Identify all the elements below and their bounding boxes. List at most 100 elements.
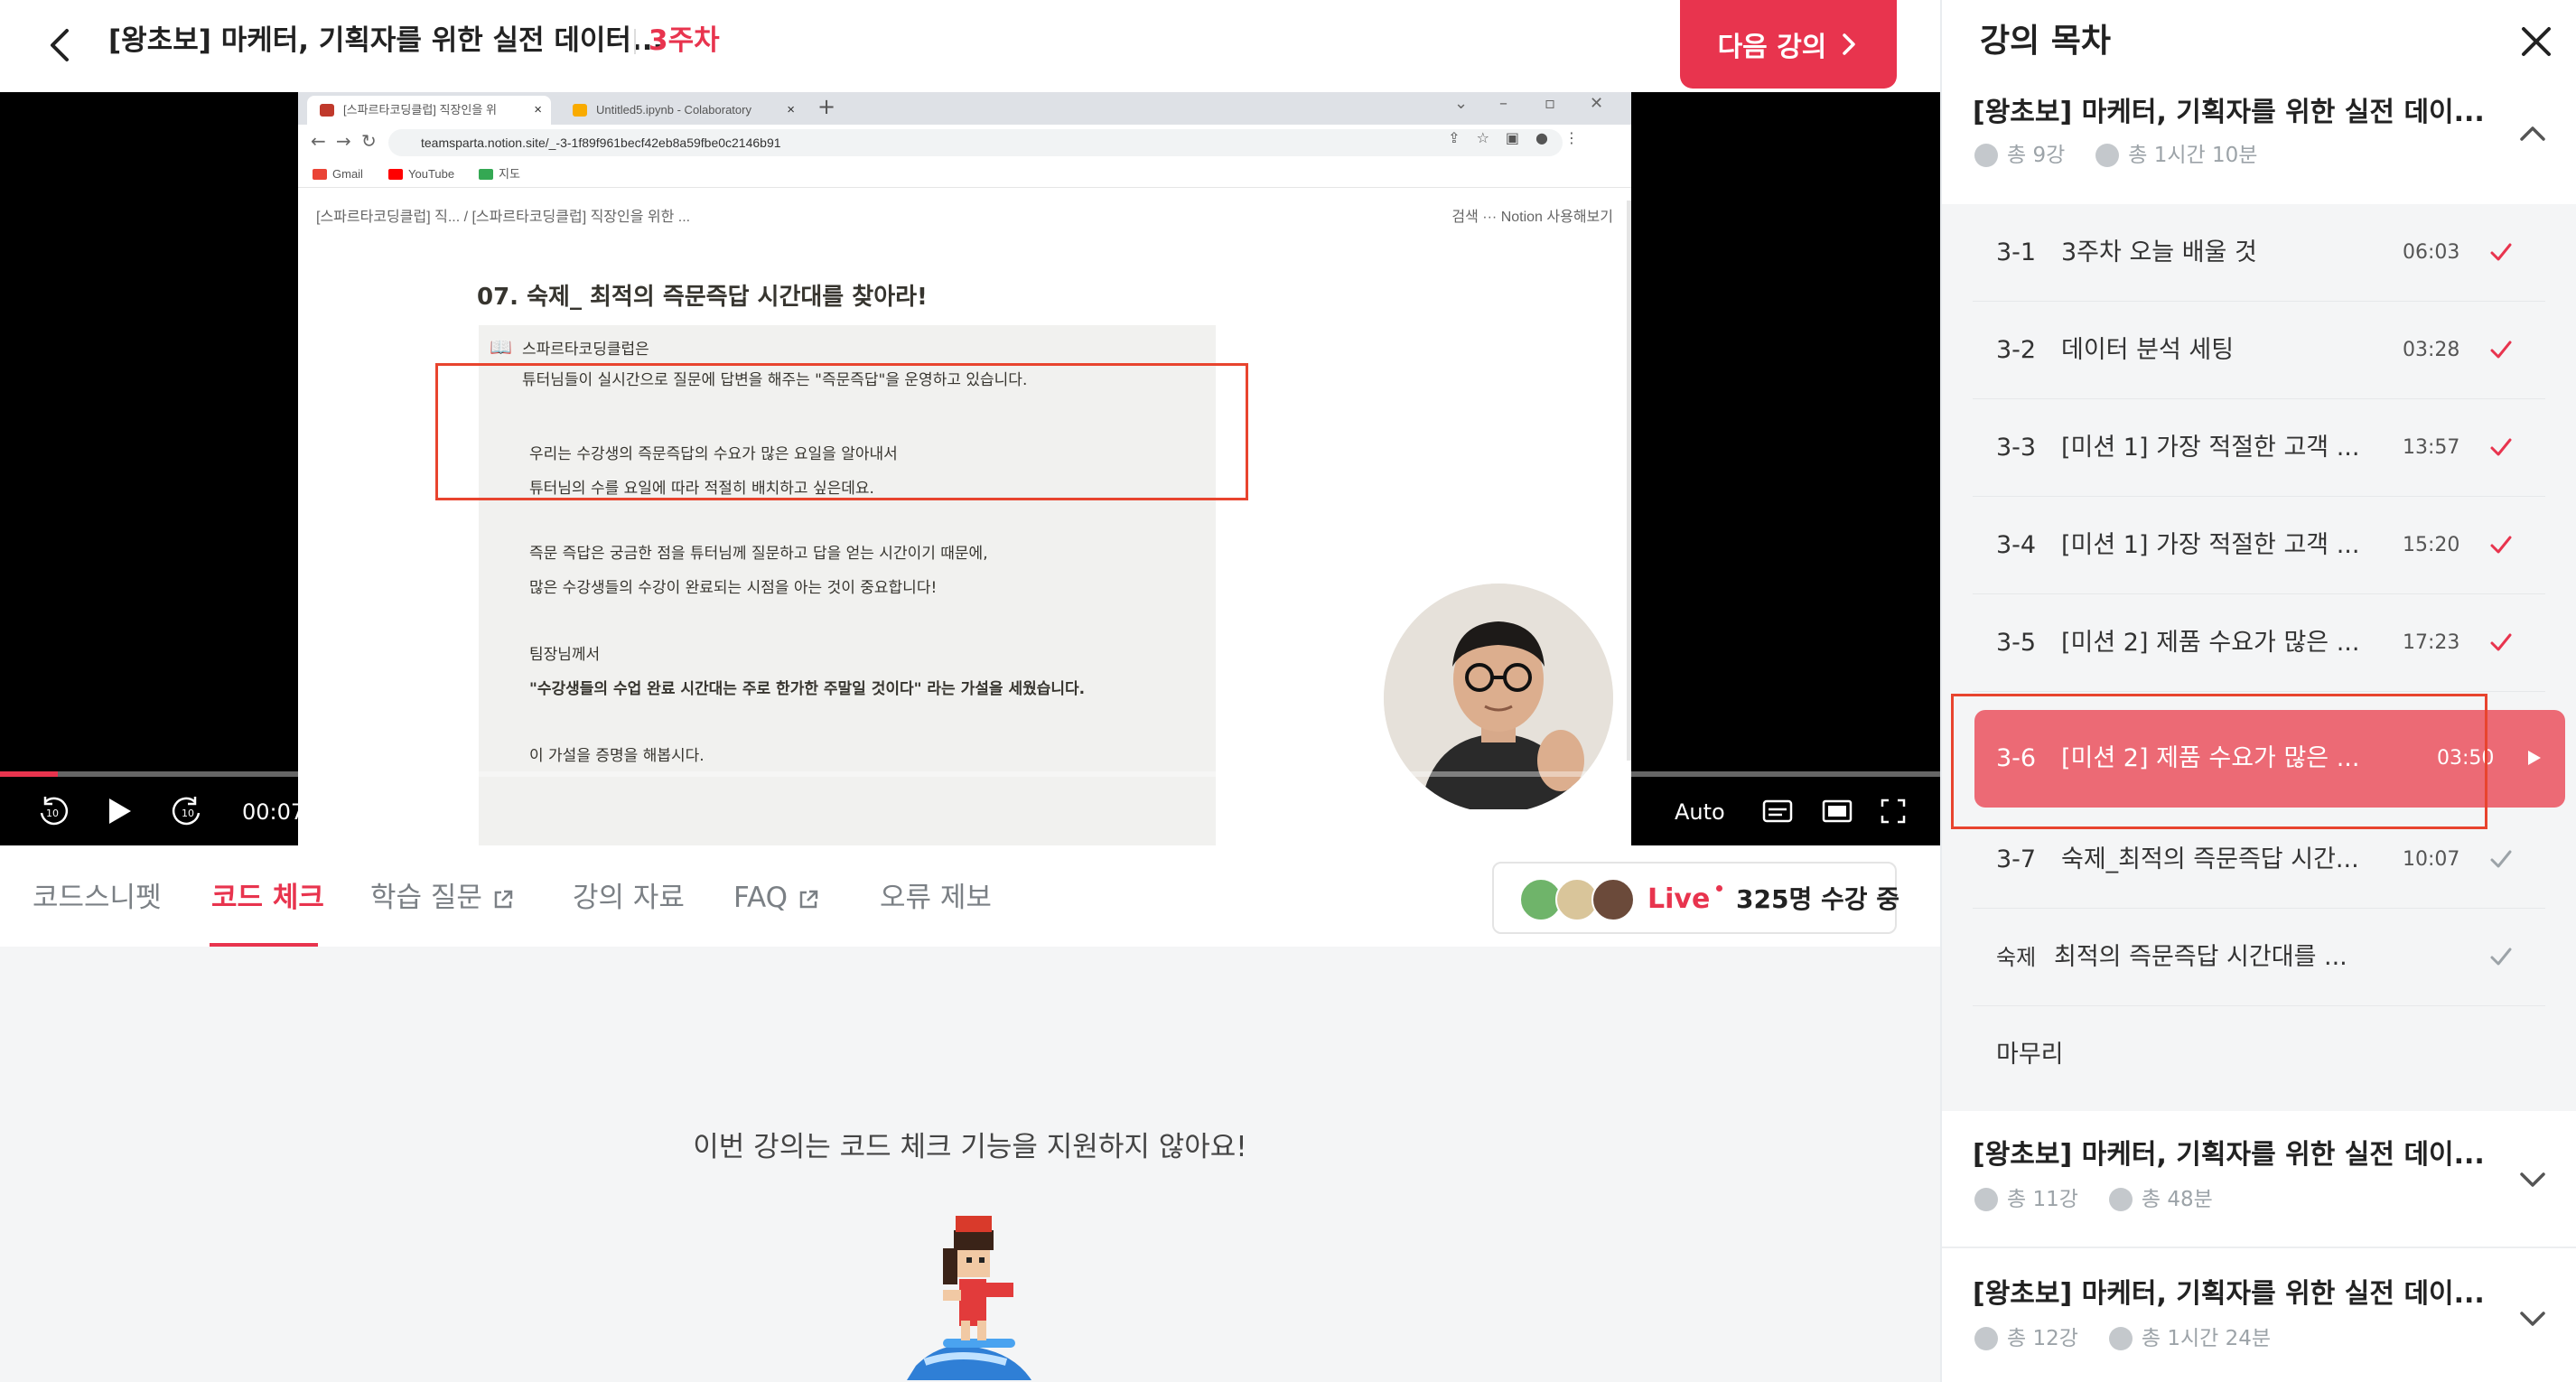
course-section[interactable]: [왕초보] 마케터, 기획자를 위한 실전 데이... 총 12강 총 1시간 …	[1942, 1250, 2576, 1382]
back-arrow-icon[interactable]	[36, 20, 87, 70]
next-lecture-button[interactable]: 다음 강의	[1680, 0, 1897, 89]
youtube-icon	[388, 169, 403, 180]
external-link-icon	[799, 890, 818, 908]
tab-learning-question[interactable]: 학습 질문	[370, 880, 515, 916]
chevron-down-icon[interactable]	[2515, 1162, 2551, 1198]
lesson-number: 3-7	[1996, 845, 2037, 873]
section-duration: 총 1시간 24분	[2141, 1327, 2272, 1350]
browser-tab-label: [스파르타코딩클럽] 직장인을 위	[343, 103, 497, 117]
check-icon	[2490, 948, 2512, 966]
lesson-number: 마무리	[1996, 1041, 2064, 1069]
viewer-avatars	[1519, 878, 1637, 921]
quality-button[interactable]: Auto	[1675, 798, 1725, 826]
lecture-tabs: 코드스니펫 코드 체크 학습 질문 강의 자료 FAQ 오류 제보 Live 3…	[0, 845, 1940, 947]
play-icon	[2528, 751, 2541, 765]
lesson-count: 총 11강	[2007, 1188, 2078, 1211]
week-label: 3주차	[649, 24, 720, 57]
lesson-item[interactable]: 3-3 [미션 1] 가장 적절한 고객 ... 13:57	[1973, 399, 2545, 497]
close-window-icon: ✕	[1590, 94, 1604, 113]
theater-mode-button[interactable]	[1819, 791, 1855, 831]
play-icon	[109, 798, 131, 824]
tab-code-check[interactable]: 코드 체크	[211, 880, 324, 916]
volume-level	[1375, 809, 1537, 815]
play-button[interactable]	[99, 791, 139, 831]
close-icon[interactable]	[2515, 20, 2558, 63]
lesson-duration: 13:57	[2403, 436, 2460, 459]
check-icon	[2490, 633, 2512, 651]
lesson-number: 3-1	[1996, 238, 2037, 266]
forward-icon: →	[336, 130, 351, 152]
time-separator: /	[323, 799, 331, 825]
lesson-item[interactable]: 숙제 최적의 즉문즉답 시간대를 ...	[1973, 909, 2545, 1006]
chevron-down-icon[interactable]	[2515, 1301, 2551, 1337]
tab-label: FAQ	[733, 882, 789, 914]
tab-faq[interactable]: FAQ	[733, 880, 820, 916]
bookmark-label: Gmail	[332, 167, 363, 181]
chevron-right-icon	[1843, 33, 1856, 55]
section-duration: 총 1시간 10분	[2128, 144, 2258, 167]
lesson-number: 3-4	[1996, 531, 2037, 559]
lesson-item[interactable]: 3-4 [미션 1] 가장 적절한 고객 ... 15:20	[1973, 497, 2545, 594]
lesson-title: 숙제_최적의 즉문즉답 시간...	[2061, 845, 2359, 873]
lesson-item[interactable]: 3-2 데이터 분석 세팅 03:28	[1973, 302, 2545, 399]
course-section[interactable]: [왕초보] 마케터, 기획자를 위한 실전 데이... 총 11강 총 48분	[1942, 1111, 2576, 1248]
section-meta: 총 12강 총 1시간 24분	[1974, 1324, 2271, 1353]
captions-icon	[1762, 799, 1793, 823]
fullscreen-button[interactable]	[1875, 791, 1911, 831]
bookmark-youtube: YouTube	[388, 161, 454, 188]
lesson-number: 숙제	[1996, 945, 2037, 970]
lesson-title: [미션 2] 제품 수요가 많은 ...	[2061, 629, 2360, 657]
page-scrollbar	[1627, 201, 1631, 761]
section-meta: 총 9강 총 1시간 10분	[1974, 141, 2257, 170]
lesson-duration: 06:03	[2403, 241, 2460, 264]
colab-icon	[573, 104, 587, 117]
play-circle-icon	[1974, 1188, 1998, 1211]
browser-tab: [스파르타코딩클럽] 직장인을 위 ×	[307, 96, 551, 125]
new-tab-icon: +	[817, 94, 836, 119]
maps-icon	[479, 169, 493, 180]
check-icon	[2490, 850, 2512, 868]
sidebar-title: 강의 목차	[1980, 23, 2112, 60]
check-icon	[2490, 243, 2512, 261]
chevron-up-icon[interactable]	[2515, 116, 2551, 152]
clock-icon	[2095, 144, 2120, 167]
player-controls: 10 10 00:07 / 03:50 1x Auto	[0, 777, 1940, 845]
bookmark-maps: 지도	[479, 161, 520, 188]
volume-button[interactable]	[1315, 791, 1355, 831]
section-meta: 총 11강 총 48분	[1974, 1185, 2213, 1214]
lesson-list: 3-1 3주차 오늘 배울 것 06:03 3-2 데이터 분석 세팅 03:2…	[1942, 204, 2576, 1111]
lesson-title: 데이터 분석 세팅	[2061, 336, 2235, 364]
notion-actions: 검색 ··· Notion 사용해보기	[1451, 210, 1613, 225]
url-field: teamsparta.notion.site/_-3-1f89f961becf4…	[388, 129, 1563, 156]
lesson-item[interactable]: 3-1 3주차 오늘 배울 것 06:03	[1973, 204, 2545, 302]
tab-materials[interactable]: 강의 자료	[573, 880, 685, 916]
lesson-title: [미션 1] 가장 적절한 고객 ...	[2061, 531, 2360, 559]
lesson-item[interactable]: 3-5 [미션 2] 제품 수요가 많은 ... 17:23	[1973, 594, 2545, 692]
mascot-illustration	[907, 1216, 1031, 1380]
volume-icon	[1321, 800, 1349, 822]
tab-code-snippet[interactable]: 코드스니펫	[33, 880, 162, 916]
svg-text:10: 10	[182, 808, 194, 819]
browser-tab: Untitled5.ipynb - Colaboratory ×	[560, 96, 804, 125]
course-outline-sidebar: 강의 목차 [왕초보] 마케터, 기획자를 위한 실전 데이... 총 9강 총…	[1940, 0, 2576, 1382]
speed-button[interactable]: 1x	[1588, 798, 1614, 826]
back-icon: ←	[311, 130, 326, 152]
captions-button[interactable]	[1759, 791, 1796, 831]
tab-error-report[interactable]: 오류 제보	[880, 880, 992, 916]
lesson-count: 총 12강	[2007, 1327, 2078, 1350]
lesson-number: 3-5	[1996, 629, 2037, 657]
rewind-10-button[interactable]: 10	[33, 791, 72, 831]
lesson-item[interactable]: 마무리	[1973, 1006, 2545, 1104]
section-duration: 총 48분	[2141, 1188, 2213, 1211]
forward-10-button[interactable]: 10	[168, 791, 208, 831]
rewind-10-icon: 10	[40, 797, 69, 826]
lesson-duration: 17:23	[2403, 631, 2460, 654]
book-icon: 📖	[490, 336, 512, 358]
video-player[interactable]: [스파르타코딩클럽] 직장인을 위 × Untitled5.ipynb - Co…	[0, 92, 1940, 845]
lesson-number: 3-3	[1996, 434, 2037, 462]
course-section[interactable]: [왕초보] 마케터, 기획자를 위한 실전 데이... 총 9강 총 1시간 1…	[1942, 87, 2576, 204]
maximize-icon: ▫	[1545, 94, 1556, 113]
clock-icon	[2108, 1188, 2133, 1211]
avatar	[1591, 878, 1635, 921]
live-viewers-badge: Live 325명 수강 중	[1492, 862, 1899, 934]
